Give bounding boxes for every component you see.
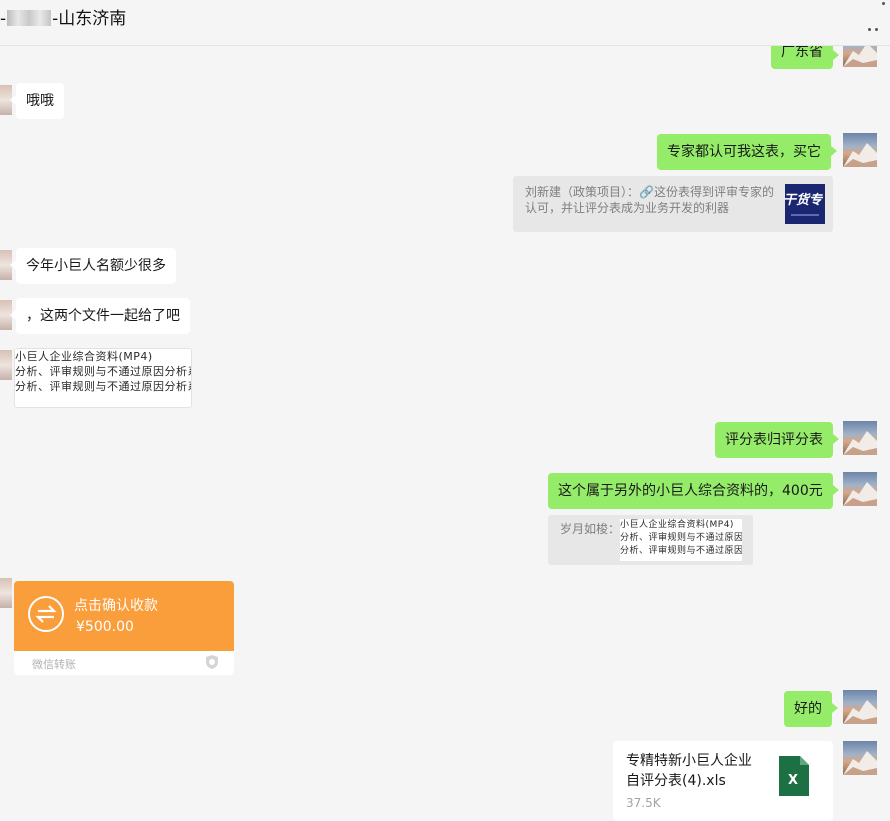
message-text: 哦哦 [26, 93, 54, 109]
my-avatar[interactable] [843, 421, 877, 455]
quote-thumbnail: 小巨人企业综合资料(MP4) 分析、评审规则与不通过原因分析系统 分析、评审规则… [620, 519, 742, 561]
shield-icon [206, 655, 218, 669]
file-name-line: 专精特新小巨人企业 [626, 753, 752, 769]
transfer-icon [28, 596, 64, 632]
more-icon[interactable] [862, 2, 890, 34]
message-bubble-out[interactable]: 好的 [784, 691, 838, 727]
transfer-amount: ¥500.00 [76, 619, 134, 635]
contact-avatar[interactable] [0, 578, 12, 608]
file-icon-letter: X [788, 773, 799, 788]
quoted-message[interactable]: 岁月如梭： 小巨人企业综合资料(MP4) 分析、评审规则与不通过原因分析系统 分… [548, 515, 753, 565]
file-name-line: 自评分表(4).xls [626, 773, 726, 789]
transfer-card-top: 点击确认收款 ¥500.00 [14, 581, 234, 651]
thumbnail-text: 干货专 [785, 193, 823, 208]
chat-title-text: -山东济南 [52, 9, 127, 29]
message-text: ，这两个文件一起给了吧 [26, 308, 180, 324]
message-bubble-out[interactable]: 专家都认可我这表，买它 [657, 134, 837, 170]
thumbnail-line: 分析、评审规则与不通过原因分析系统 [620, 546, 742, 556]
my-avatar[interactable] [843, 741, 877, 775]
message-text: 专家都认可我这表，买它 [667, 144, 821, 160]
thumbnail-line: 分析、评审规则与不通过原因分析系统 [15, 380, 191, 393]
message-bubble-out[interactable]: 这个属于另外的小巨人综合资料的，400元 [548, 473, 839, 509]
transfer-title: 点击确认收款 [74, 598, 158, 614]
my-avatar[interactable] [843, 472, 877, 506]
file-size: 37.5K [626, 796, 661, 810]
quote-text: 刘新建（政策项目）：🔗这份表得到评审专家的认可，并让评分表成为业务开发的利器 [525, 185, 774, 215]
image-message[interactable]: 小巨人企业综合资料(MP4) 分析、评审规则与不通过原因分析系统 分析、评审规则… [14, 348, 192, 408]
blurred-name: - [0, 9, 52, 29]
file-name: 专精特新小巨人企业 自评分表(4).xls [626, 751, 752, 791]
message-text: 评分表归评分表 [725, 432, 823, 448]
thumbnail-line: 小巨人企业综合资料(MP4) [620, 520, 734, 530]
message-bubble-in[interactable]: ，这两个文件一起给了吧 [10, 298, 190, 334]
transfer-card[interactable]: 点击确认收款 ¥500.00 微信转账 [14, 581, 234, 675]
message-bubble-in[interactable]: 哦哦 [10, 83, 64, 119]
excel-file-icon: X [779, 756, 809, 796]
message-text: 好的 [794, 701, 822, 717]
my-avatar[interactable] [843, 690, 877, 724]
transfer-footer: 微信转账 [32, 658, 76, 671]
quote-thumbnail: 干货专 [785, 184, 825, 224]
contact-avatar[interactable] [0, 350, 12, 380]
message-bubble-in[interactable]: 今年小巨人名额少很多 [10, 248, 176, 284]
thumbnail-line: 小巨人企业综合资料(MP4) [15, 350, 153, 363]
thumbnail-line: 分析、评审规则与不通过原因分析系统 [15, 365, 191, 378]
message-text: 这个属于另外的小巨人综合资料的，400元 [558, 483, 823, 499]
message-bubble-out[interactable]: 评分表归评分表 [715, 422, 839, 458]
message-text: 广东省 [781, 44, 823, 60]
chat-header: - -山东济南 [0, 0, 890, 46]
quoted-message[interactable]: 刘新建（政策项目）：🔗这份表得到评审专家的认可，并让评分表成为业务开发的利器 干… [513, 176, 833, 232]
thumbnail-subline [791, 214, 819, 216]
image-thumbnail: 小巨人企业综合资料(MP4) 分析、评审规则与不通过原因分析系统 分析、评审规则… [15, 349, 191, 395]
chat-title: - -山东济南 [0, 4, 126, 29]
file-message[interactable]: 专精特新小巨人企业 自评分表(4).xls 37.5K X [613, 741, 833, 821]
thumbnail-line: 分析、评审规则与不通过原因分析系统 [620, 533, 742, 543]
quote-sender: 岁月如梭： [560, 522, 621, 536]
my-avatar[interactable] [843, 133, 877, 167]
message-text: 今年小巨人名额少很多 [26, 258, 166, 274]
